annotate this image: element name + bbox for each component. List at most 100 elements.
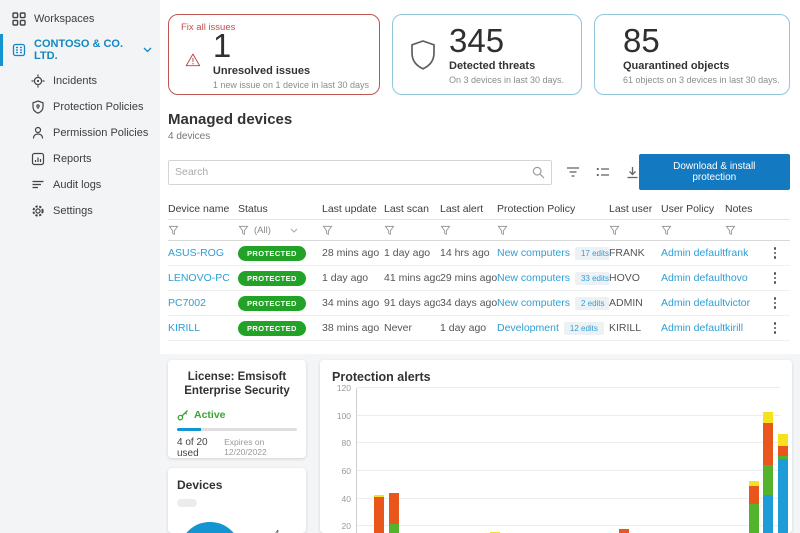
status-filter-dropdown[interactable]: (All) bbox=[238, 225, 322, 236]
sidebar-item-incidents[interactable]: Incidents bbox=[0, 68, 160, 94]
column-header[interactable]: Last user bbox=[609, 203, 661, 215]
filter-funnel-icon[interactable] bbox=[168, 225, 179, 236]
chevron-down-icon bbox=[290, 228, 298, 233]
row-menu-button[interactable] bbox=[768, 272, 782, 284]
column-header[interactable]: Device name bbox=[168, 203, 238, 215]
incidents-target-icon bbox=[31, 74, 45, 88]
filter-funnel-icon[interactable] bbox=[497, 225, 508, 236]
license-expiry-label: Expires on 12/20/2022 bbox=[224, 436, 267, 457]
workspaces-grid-icon bbox=[12, 12, 26, 26]
device-name-link[interactable]: LENOVO-PC bbox=[168, 272, 238, 284]
card-detail: 61 objects on 3 devices in last 30 days. bbox=[623, 75, 780, 85]
column-header[interactable]: Status bbox=[238, 203, 322, 215]
bar-segment-green bbox=[763, 465, 774, 495]
sidebar-item-permission-policies[interactable]: Permission Policies bbox=[0, 120, 160, 146]
table-row[interactable]: KIRILL PROTECTED 38 mins ago Never 1 day… bbox=[168, 316, 790, 341]
device-name-link[interactable]: PC7002 bbox=[168, 297, 238, 309]
download-install-protection-button[interactable]: Download & install protection bbox=[638, 154, 790, 190]
list-view-icon[interactable] bbox=[596, 166, 610, 179]
row-menu-button[interactable] bbox=[768, 247, 782, 259]
filter-funnel-icon[interactable] bbox=[322, 225, 333, 236]
table-row[interactable]: LENOVO-PC PROTECTED 1 day ago 41 mins ag… bbox=[168, 266, 790, 291]
device-name-link[interactable]: KIRILL bbox=[168, 322, 238, 334]
filter-funnel-icon[interactable] bbox=[725, 225, 736, 236]
column-header[interactable]: User Policy bbox=[661, 203, 725, 215]
unresolved-issues-count: 1 bbox=[212, 27, 232, 64]
filter-icon[interactable] bbox=[566, 166, 580, 179]
app-window: Workspaces CONTOSO & CO. LTD. Incidents … bbox=[0, 0, 800, 533]
status-badge: PROTECTED bbox=[238, 245, 306, 261]
dashboard-widgets: License: Emsisoft Enterprise Security Ac… bbox=[160, 354, 800, 533]
sidebar-item-organization[interactable]: CONTOSO & CO. LTD. bbox=[0, 32, 160, 68]
y-tick-label: 40 bbox=[341, 493, 351, 504]
license-status: Active bbox=[194, 408, 226, 421]
column-header[interactable]: Last scan bbox=[384, 203, 440, 215]
report-chart-icon bbox=[31, 152, 45, 166]
notes-link[interactable]: hovo bbox=[725, 272, 768, 284]
last-update: 28 mins ago bbox=[322, 247, 380, 259]
y-tick-label: 80 bbox=[341, 438, 351, 449]
download-icon[interactable] bbox=[626, 166, 639, 179]
key-icon bbox=[177, 409, 188, 421]
bar-segment-yellow bbox=[777, 433, 788, 447]
stacked-bar bbox=[748, 480, 759, 533]
selected-indicator bbox=[0, 34, 3, 66]
column-header[interactable]: Protection Policy bbox=[497, 203, 609, 215]
unresolved-issues-card: Fix all issues 1 Unresolved issues 1 new… bbox=[168, 14, 380, 95]
filter-funnel-icon[interactable] bbox=[440, 225, 451, 236]
sidebar-item-protection-policies[interactable]: Protection Policies bbox=[0, 94, 160, 120]
protection-policy-link[interactable]: Development bbox=[497, 322, 559, 334]
row-menu-button[interactable] bbox=[768, 297, 782, 309]
user-policy-link[interactable]: Admin default bbox=[661, 272, 725, 284]
card-label: Unresolved issues bbox=[212, 65, 311, 77]
protection-alerts-card: Protection alerts 020406080100120 bbox=[320, 360, 792, 533]
search-input[interactable] bbox=[175, 166, 532, 178]
license-usage-label: 4 of 20 used bbox=[177, 436, 208, 459]
chevron-down-icon bbox=[143, 47, 152, 53]
sidebar-item-settings[interactable]: Settings bbox=[0, 198, 160, 224]
protection-alerts-plot bbox=[356, 387, 788, 533]
sidebar-item-workspaces[interactable]: Workspaces bbox=[0, 6, 160, 32]
filter-funnel-icon[interactable] bbox=[661, 225, 672, 236]
legend-label: 4 protected bbox=[274, 528, 306, 533]
table-row[interactable]: ASUS-ROG PROTECTED 28 mins ago 1 day ago… bbox=[168, 241, 790, 266]
gridline bbox=[357, 470, 780, 471]
detected-threats-count: 345 bbox=[449, 22, 505, 59]
managed-devices-title: Managed devices bbox=[168, 111, 293, 128]
column-header[interactable]: Last update bbox=[322, 203, 384, 215]
protection-policy-link[interactable]: New computers bbox=[497, 297, 570, 309]
table-filter-row: (All) bbox=[168, 220, 790, 241]
user-policy-link[interactable]: Admin default bbox=[661, 322, 725, 334]
user-policy-link[interactable]: Admin default bbox=[661, 247, 725, 259]
device-name-link[interactable]: ASUS-ROG bbox=[168, 247, 238, 259]
sidebar-item-audit-logs[interactable]: Audit logs bbox=[0, 172, 160, 198]
row-menu-button[interactable] bbox=[768, 322, 782, 334]
sidebar-item-label: Audit logs bbox=[53, 179, 102, 191]
table-row[interactable]: PC7002 PROTECTED 34 mins ago 91 days ago… bbox=[168, 291, 790, 316]
column-header[interactable]: Notes bbox=[725, 203, 768, 215]
column-header[interactable]: Last alert bbox=[440, 203, 497, 215]
last-scan: 41 mins ago bbox=[384, 272, 440, 284]
filter-funnel-icon[interactable] bbox=[384, 225, 395, 236]
card-label: Quarantined objects bbox=[623, 60, 730, 72]
fix-all-issues-link[interactable]: Fix all issues bbox=[181, 22, 235, 33]
bar-segment-orange bbox=[388, 493, 399, 524]
bar-segment-orange bbox=[748, 486, 759, 505]
user-policy-link[interactable]: Admin default bbox=[661, 297, 725, 309]
protection-policy-link[interactable]: New computers bbox=[497, 272, 570, 284]
protection-policy-link[interactable]: New computers bbox=[497, 247, 570, 259]
filter-funnel-icon[interactable] bbox=[609, 225, 620, 236]
bar-segment-orange bbox=[374, 497, 385, 533]
notes-link[interactable]: kirill bbox=[725, 322, 768, 334]
y-tick-label: 120 bbox=[336, 383, 351, 393]
search-box bbox=[168, 159, 552, 185]
license-usage-bar bbox=[177, 427, 297, 431]
sidebar-item-reports[interactable]: Reports bbox=[0, 146, 160, 172]
policy-edits-badge: 12 edits bbox=[563, 321, 604, 335]
bar-segment-orange bbox=[619, 529, 630, 533]
notes-link[interactable]: victor bbox=[725, 297, 768, 309]
donut-legend: 4 protected bbox=[252, 528, 306, 533]
notes-link[interactable]: frank bbox=[725, 247, 768, 259]
sidebar-item-label: CONTOSO & CO. LTD. bbox=[34, 38, 124, 62]
devices-widget-title: Devices bbox=[177, 478, 223, 492]
